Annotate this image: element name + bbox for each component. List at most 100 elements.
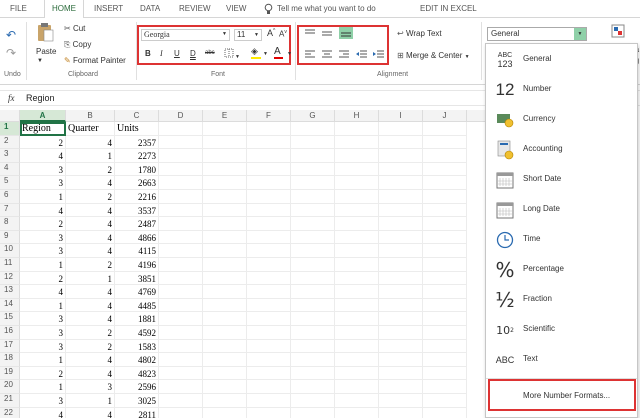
empty-cell[interactable] [335,230,379,245]
header-cell[interactable]: Units [115,122,159,136]
table-cell[interactable]: 1 [66,149,115,163]
table-cell[interactable]: 3 [20,326,66,340]
empty-cell[interactable] [159,203,203,218]
paste-button[interactable] [36,22,54,44]
row-header[interactable]: 4 [0,162,20,177]
empty-cell[interactable] [335,135,379,150]
empty-cell[interactable] [291,135,335,150]
header-cell[interactable]: Quarter [66,122,115,136]
table-cell[interactable]: 3 [66,380,115,394]
shrink-font-button[interactable]: Av [279,29,287,39]
empty-cell[interactable] [379,122,423,136]
empty-cell[interactable] [379,203,423,218]
empty-cell[interactable] [247,217,291,231]
empty-cell[interactable] [291,285,335,299]
empty-cell[interactable] [247,271,291,286]
empty-cell[interactable] [159,149,203,163]
table-cell[interactable]: 2 [20,217,66,231]
empty-cell[interactable] [379,298,423,313]
empty-cell[interactable] [379,258,423,272]
empty-cell[interactable] [379,135,423,150]
empty-cell[interactable] [203,407,247,418]
table-cell[interactable]: 2273 [115,149,159,163]
format-short-date[interactable]: Short Date [486,165,637,195]
empty-cell[interactable] [203,135,247,150]
empty-cell[interactable] [159,380,203,394]
empty-cell[interactable] [203,366,247,381]
table-cell[interactable]: 2 [66,190,115,204]
empty-cell[interactable] [159,190,203,204]
empty-cell[interactable] [379,353,423,367]
table-cell[interactable]: 3 [20,230,66,245]
table-cell[interactable]: 2 [66,162,115,177]
table-cell[interactable]: 1780 [115,162,159,177]
empty-cell[interactable] [291,149,335,163]
row-header[interactable]: 19 [0,366,20,381]
row-header[interactable]: 22 [0,407,20,418]
empty-cell[interactable] [247,298,291,313]
empty-cell[interactable] [247,353,291,367]
column-header-i[interactable]: I [379,110,423,122]
align-right-button[interactable] [339,50,349,60]
empty-cell[interactable] [423,326,467,340]
row-header[interactable]: 9 [0,230,20,245]
copy-button[interactable]: ⎘ Copy [64,40,91,50]
fill-color-button[interactable]: ◈ [251,47,261,59]
table-cell[interactable]: 4 [66,407,115,418]
empty-cell[interactable] [291,312,335,326]
empty-cell[interactable] [423,122,467,136]
table-cell[interactable]: 3025 [115,394,159,408]
empty-cell[interactable] [291,176,335,190]
row-header[interactable]: 6 [0,190,20,204]
table-cell[interactable]: 1 [20,258,66,272]
underline-button[interactable]: U [174,49,180,58]
column-header-d[interactable]: D [159,110,203,122]
table-cell[interactable]: 3851 [115,271,159,286]
empty-cell[interactable] [247,394,291,408]
empty-cell[interactable] [247,339,291,354]
empty-cell[interactable] [291,244,335,258]
undo-icon[interactable]: ↶ [6,28,16,42]
empty-cell[interactable] [159,312,203,326]
row-header[interactable]: 2 [0,135,20,150]
empty-cell[interactable] [159,366,203,381]
empty-cell[interactable] [335,122,379,136]
table-cell[interactable]: 4115 [115,244,159,258]
table-cell[interactable]: 4769 [115,285,159,299]
format-percentage[interactable]: % Percentage [486,255,637,285]
row-header[interactable]: 16 [0,326,20,340]
table-cell[interactable]: 4802 [115,353,159,367]
chevron-down-icon[interactable]: ▼ [263,51,268,57]
empty-cell[interactable] [379,339,423,354]
empty-cell[interactable] [335,203,379,218]
format-painter-button[interactable]: ✎ Format Painter [64,56,126,65]
row-header[interactable]: 8 [0,217,20,231]
font-color-button[interactable]: A [274,46,283,59]
empty-cell[interactable] [247,203,291,218]
format-number[interactable]: 12 Number [486,75,637,105]
row-header[interactable]: 13 [0,285,20,299]
decrease-indent-button[interactable] [356,50,367,60]
borders-button[interactable]: ▼ [224,48,240,60]
tab-data[interactable]: DATA [140,0,160,18]
empty-cell[interactable] [335,407,379,418]
format-general[interactable]: ABC 123 General [486,45,637,75]
table-cell[interactable]: 4 [66,353,115,367]
increase-indent-button[interactable] [373,50,384,60]
redo-icon[interactable]: ↷ [6,46,16,60]
table-cell[interactable]: 4866 [115,230,159,245]
table-cell[interactable]: 4485 [115,298,159,313]
table-cell[interactable]: 4 [20,203,66,218]
chevron-down-icon[interactable]: ▼ [287,51,292,57]
empty-cell[interactable] [203,244,247,258]
empty-cell[interactable] [159,271,203,286]
font-name-dropdown[interactable]: Georgia ▼ [141,29,230,41]
empty-cell[interactable] [203,298,247,313]
table-cell[interactable]: 2 [20,366,66,381]
table-cell[interactable]: 4 [66,230,115,245]
tab-review[interactable]: REVIEW [179,0,211,18]
empty-cell[interactable] [379,326,423,340]
empty-cell[interactable] [291,190,335,204]
empty-cell[interactable] [335,190,379,204]
empty-cell[interactable] [423,149,467,163]
